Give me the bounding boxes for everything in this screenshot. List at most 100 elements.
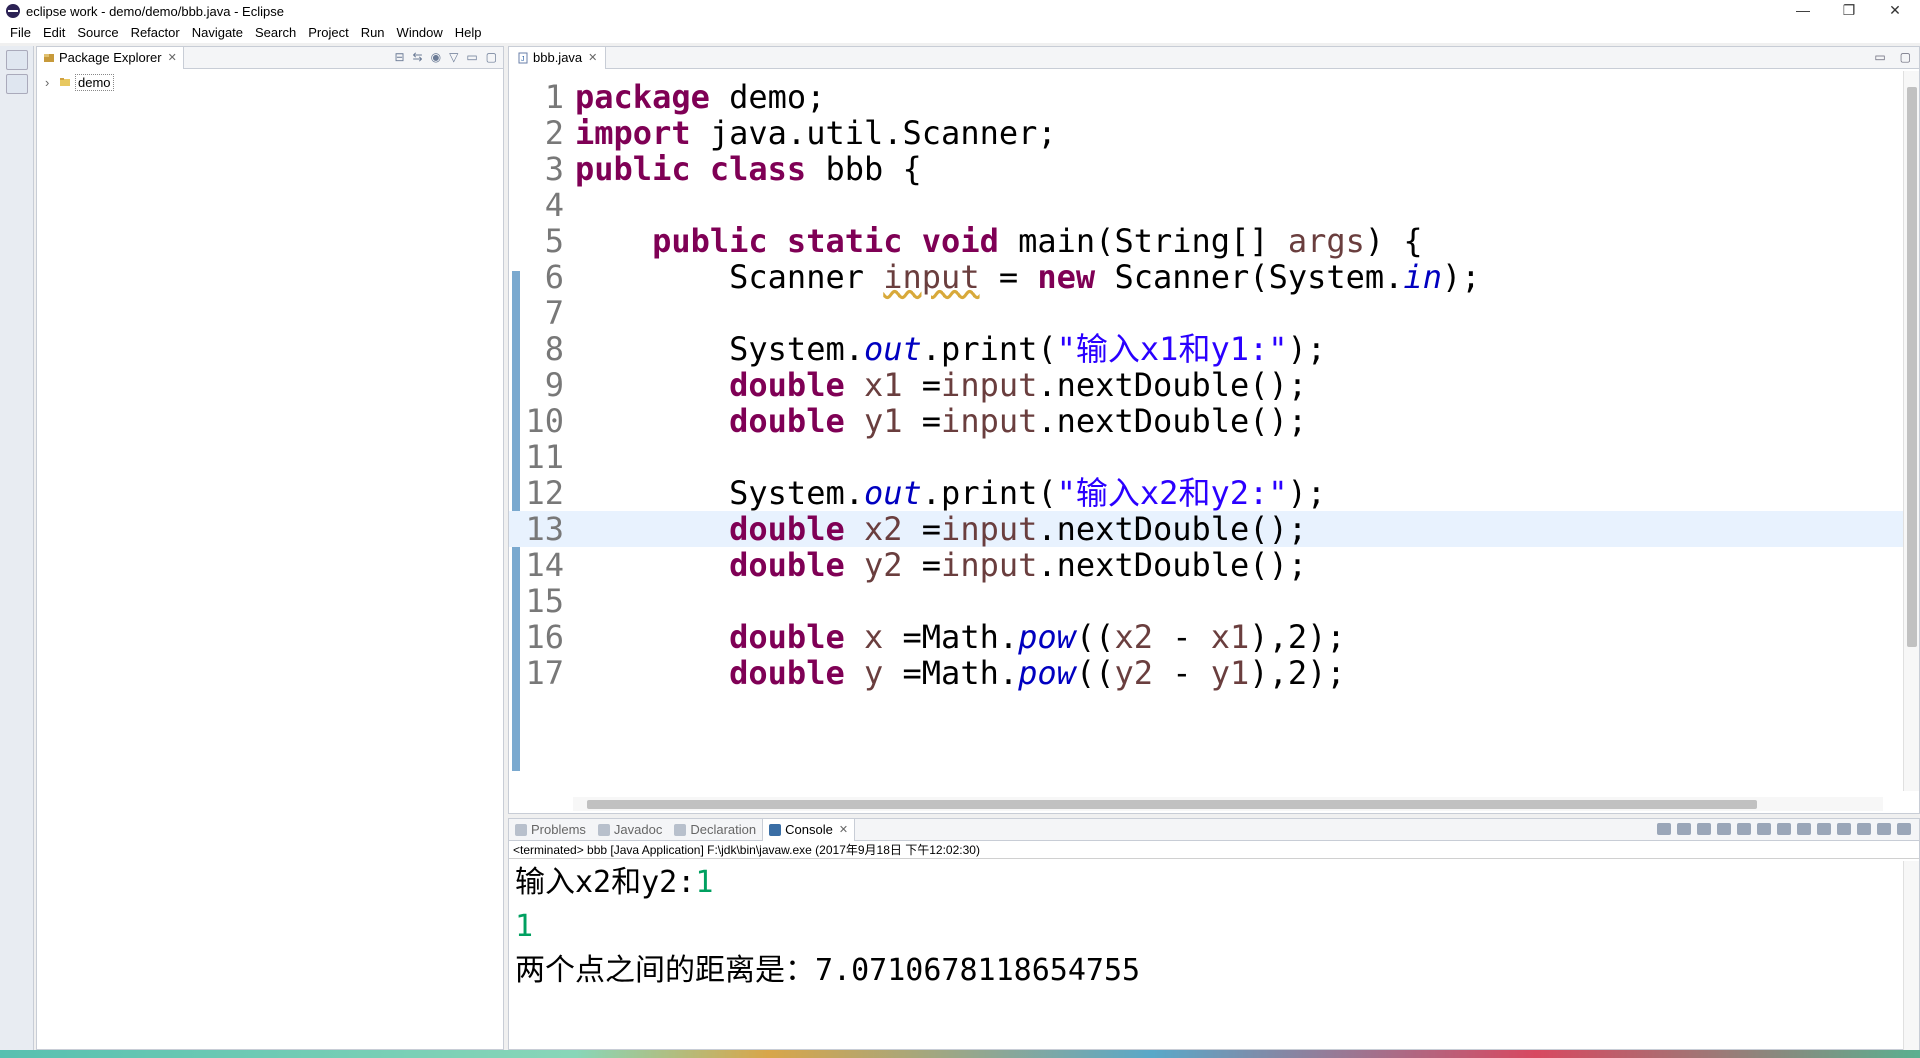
code-line[interactable]: 8 System.out.print("输入x1和y1:"); <box>509 331 1904 367</box>
tab-problems[interactable]: Problems <box>509 819 592 841</box>
menu-refactor[interactable]: Refactor <box>125 25 186 40</box>
menu-window[interactable]: Window <box>391 25 449 40</box>
maximize-view-icon[interactable]: ▢ <box>486 50 497 64</box>
menu-run[interactable]: Run <box>355 25 391 40</box>
terminate-icon[interactable] <box>1657 823 1671 835</box>
remove-launch-icon[interactable] <box>1677 823 1691 835</box>
pin-console-icon[interactable] <box>1817 823 1831 835</box>
editor-area: J bbb.java ✕ ▭ ▢ 1 package demo; 2 import j… <box>508 46 1920 814</box>
scroll-thumb[interactable] <box>1907 87 1917 647</box>
code-text: System.out.print("输入x2和y2:"); <box>575 475 1326 511</box>
menu-edit[interactable]: Edit <box>37 25 71 40</box>
tab-console[interactable]: Console ✕ <box>762 818 856 841</box>
minimize-view-icon[interactable] <box>1877 823 1891 835</box>
tab-label: Console <box>785 822 833 837</box>
line-number: 16 <box>525 618 564 656</box>
focus-icon[interactable]: ◉ <box>431 50 441 64</box>
code-line[interactable]: 2 import java.util.Scanner; <box>509 115 1904 151</box>
code-token: double <box>729 654 845 692</box>
code-text: System.out.print("输入x1和y1:"); <box>575 331 1326 367</box>
chevron-right-icon[interactable]: › <box>45 75 59 90</box>
code-token: out <box>863 474 922 512</box>
menu-search[interactable]: Search <box>249 25 302 40</box>
word-wrap-icon[interactable] <box>1757 823 1771 835</box>
tab-declaration[interactable]: Declaration <box>668 819 762 841</box>
code-token: static <box>786 222 903 260</box>
code-line[interactable]: 4 <box>509 187 1904 223</box>
close-tab-icon[interactable]: ✕ <box>168 51 177 64</box>
code-line[interactable]: 1 package demo; <box>509 79 1904 115</box>
minimize-view-icon[interactable]: ▭ <box>466 50 477 64</box>
code-line[interactable]: 17 double y =Math.pow((y2 - y1),2); <box>509 655 1904 691</box>
console-user-input: 1 <box>695 865 714 900</box>
code-token: x1 <box>863 366 903 404</box>
code-token: = <box>979 258 1038 296</box>
display-console-icon[interactable] <box>1837 823 1851 835</box>
maximize-editor-icon[interactable]: ▢ <box>1900 50 1911 64</box>
line-number: 17 <box>525 654 564 692</box>
line-number: 11 <box>525 438 564 476</box>
code-editor[interactable]: 1 package demo; 2 import java.util.Scanner;… <box>509 71 1904 791</box>
maximize-view-icon[interactable] <box>1897 823 1911 835</box>
desktop-wallpaper-strip <box>0 1050 1920 1058</box>
code-token: out <box>863 330 922 368</box>
code-token: bbb { <box>806 150 922 188</box>
line-number: 15 <box>525 582 564 620</box>
collapse-all-icon[interactable]: ⊟ <box>394 50 404 64</box>
package-explorer-minimized-icon[interactable] <box>6 74 28 94</box>
code-line[interactable]: 9 double x1 =input.nextDouble(); <box>509 367 1904 403</box>
code-line[interactable]: 3 public class bbb { <box>509 151 1904 187</box>
restore-view-icon[interactable] <box>6 50 28 70</box>
menu-navigate[interactable]: Navigate <box>186 25 249 40</box>
console-user-input: 1 <box>515 909 534 944</box>
code-line[interactable]: 10 double y1 =input.nextDouble(); <box>509 403 1904 439</box>
code-line[interactable]: 7 <box>509 295 1904 331</box>
close-tab-icon[interactable]: ✕ <box>839 823 848 836</box>
vertical-scrollbar[interactable] <box>1903 71 1919 791</box>
window-title: eclipse work - demo/demo/bbb.java - Ecli… <box>26 3 284 19</box>
clear-console-icon[interactable] <box>1717 823 1731 835</box>
scroll-lock-icon[interactable] <box>1737 823 1751 835</box>
tab-package-explorer[interactable]: Package Explorer ✕ <box>37 46 184 69</box>
close-button[interactable]: ✕ <box>1872 0 1918 22</box>
show-on-stderr-icon[interactable] <box>1797 823 1811 835</box>
code-token: .print( <box>921 330 1057 368</box>
code-line[interactable]: 14 double y2 =input.nextDouble(); <box>509 547 1904 583</box>
menu-project[interactable]: Project <box>302 25 354 40</box>
code-line[interactable]: 13 double x2 =input.nextDouble(); <box>509 511 1904 547</box>
restore-button[interactable]: ❐ <box>1826 0 1872 22</box>
minimize-button[interactable]: — <box>1780 0 1826 22</box>
menu-file[interactable]: File <box>4 25 37 40</box>
code-line[interactable]: 12 System.out.print("输入x2和y2:"); <box>509 475 1904 511</box>
tree-item-demo[interactable]: › demo <box>45 73 495 91</box>
minimize-editor-icon[interactable]: ▭ <box>1874 50 1885 64</box>
console-status: <terminated> bbb [Java Application] F:\j… <box>509 841 1919 859</box>
code-token: double <box>729 546 845 584</box>
code-text: double x1 =input.nextDouble(); <box>575 367 1307 403</box>
code-line[interactable]: 16 double x =Math.pow((x2 - x1),2); <box>509 619 1904 655</box>
console-view: Problems Javadoc Declaration Console ✕ <term… <box>508 818 1920 1051</box>
show-on-stdout-icon[interactable] <box>1777 823 1791 835</box>
link-with-editor-icon[interactable]: ⇆ <box>413 50 423 64</box>
view-menu-icon[interactable]: ▽ <box>449 50 458 64</box>
declaration-icon <box>674 823 687 836</box>
code-line[interactable]: 5 public static void main(String[] args)… <box>509 223 1904 259</box>
code-line[interactable]: 11 <box>509 439 1904 475</box>
tab-javadoc[interactable]: Javadoc <box>592 819 668 841</box>
menu-help[interactable]: Help <box>449 25 488 40</box>
scroll-thumb[interactable] <box>587 800 1757 809</box>
remove-all-icon[interactable] <box>1697 823 1711 835</box>
code-token: input <box>941 366 1038 404</box>
code-line[interactable]: 6 Scanner input = new Scanner(System.in)… <box>509 259 1904 295</box>
close-tab-icon[interactable]: ✕ <box>588 51 597 64</box>
console-scrollbar[interactable] <box>1903 861 1919 1051</box>
menu-source[interactable]: Source <box>71 25 124 40</box>
code-text: import java.util.Scanner; <box>575 115 1057 151</box>
code-line[interactable]: 15 <box>509 583 1904 619</box>
console-output[interactable]: 输入x2和y2:1 1 两个点之间的距离是：7.0710678118654755 <box>509 859 1919 995</box>
open-console-icon[interactable] <box>1857 823 1871 835</box>
horizontal-scrollbar[interactable] <box>573 797 1883 811</box>
tab-bbb-java[interactable]: J bbb.java ✕ <box>509 46 607 69</box>
